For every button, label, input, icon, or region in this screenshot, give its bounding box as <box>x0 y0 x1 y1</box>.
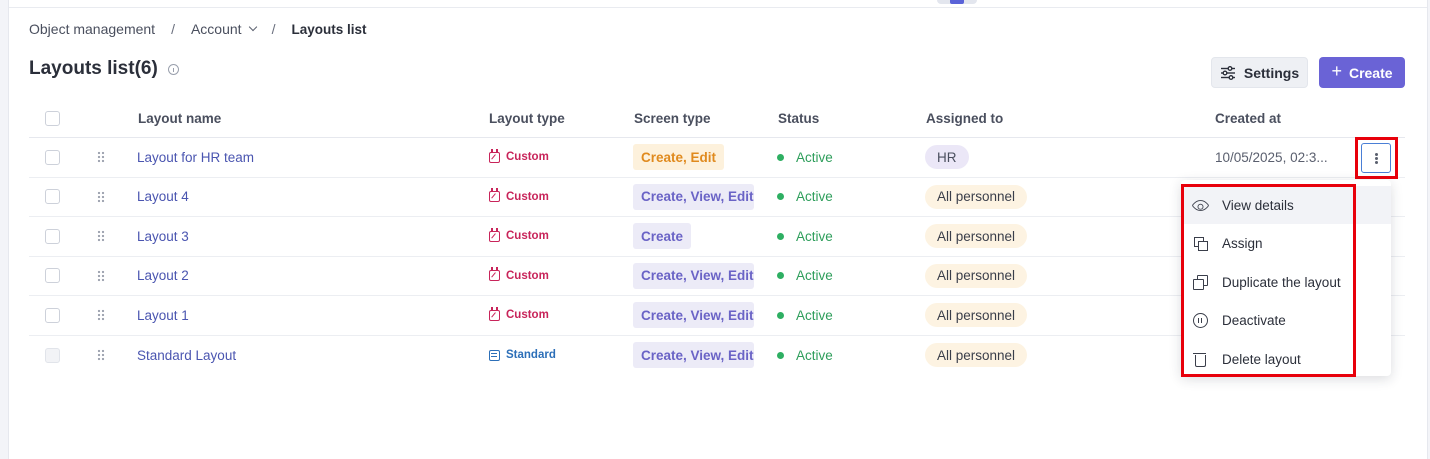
chevron-down-icon[interactable] <box>248 22 257 32</box>
status-badge: Active <box>777 189 833 204</box>
column-layout-name[interactable]: Layout name <box>138 100 221 137</box>
status-badge: Active <box>777 308 833 323</box>
sliders-icon <box>1220 65 1235 80</box>
layout-name-link[interactable]: Layout 2 <box>137 257 189 296</box>
status-label: Active <box>796 149 833 165</box>
layout-type-badge: Standard <box>489 349 556 361</box>
plus-icon: + <box>1331 61 1342 81</box>
assigned-badge: All personnel <box>925 184 1028 209</box>
assigned-badge: All personnel <box>925 303 1028 328</box>
column-layout-type[interactable]: Layout type <box>489 100 565 137</box>
status-label: Active <box>796 307 833 323</box>
table-row[interactable]: Layout for HR team Custom Create, Edit A… <box>29 138 1405 178</box>
status-badge: Active <box>777 229 833 244</box>
layout-type-badge: Custom <box>489 306 549 322</box>
create-label: Create <box>1348 64 1393 81</box>
breadcrumb-separator: / <box>271 21 276 37</box>
calendar-edit-icon <box>489 148 500 163</box>
screen-type-badge: Create, View, Edit <box>633 183 754 210</box>
row-checkbox[interactable] <box>45 268 60 284</box>
layout-type-label: Custom <box>506 151 549 164</box>
layout-name-link[interactable]: Layout 4 <box>137 178 189 217</box>
drag-handle-icon[interactable] <box>97 151 105 164</box>
breadcrumb-separator: / <box>171 21 175 37</box>
row-checkbox[interactable] <box>45 228 60 244</box>
created-at: 10/05/2025, 02:3... <box>1215 149 1328 165</box>
layout-type-badge: Custom <box>489 227 549 243</box>
page: Object management / Account / Layouts li… <box>8 0 1428 459</box>
row-checkbox-disabled <box>45 347 60 363</box>
highlight-box-actions-button <box>1355 137 1398 179</box>
layout-type-badge: Custom <box>489 267 549 282</box>
screen-type-badge: Create, Edit <box>633 144 725 171</box>
column-created-at[interactable]: Created at <box>1215 100 1281 137</box>
assigned-badge: All personnel <box>925 263 1028 288</box>
assigned-badge: HR <box>925 145 969 170</box>
screen-type-badge: Create, View, Edit <box>633 342 754 369</box>
drag-handle-icon[interactable] <box>97 230 105 243</box>
status-label: Active <box>796 189 833 205</box>
row-checkbox[interactable] <box>45 189 60 205</box>
table-header: Layout name Layout type Screen type Stat… <box>29 100 1405 138</box>
highlight-box-menu <box>1181 184 1356 377</box>
drag-handle-icon[interactable] <box>97 269 105 282</box>
breadcrumb-account[interactable]: Account <box>191 21 242 37</box>
drag-handle-icon[interactable] <box>97 349 105 362</box>
status-label: Active <box>796 268 833 284</box>
assigned-badge: All personnel <box>925 343 1028 368</box>
status-badge: Active <box>777 150 833 165</box>
breadcrumb-current: Layouts list <box>291 21 367 37</box>
layout-type-label: Custom <box>506 309 549 322</box>
column-assigned-to[interactable]: Assigned to <box>926 100 1003 137</box>
assigned-badge: All personnel <box>925 224 1028 249</box>
breadcrumb: Object management / Account / Layouts li… <box>29 20 366 38</box>
settings-label: Settings <box>1243 64 1300 81</box>
calendar-edit-icon <box>489 267 500 282</box>
status-badge: Active <box>777 348 833 363</box>
layout-name-link[interactable]: Layout for HR team <box>137 138 254 177</box>
layout-type-label: Standard <box>506 349 556 362</box>
settings-button[interactable]: Settings <box>1211 57 1308 88</box>
top-bar <box>9 0 1427 8</box>
layout-type-badge: Custom <box>489 188 549 203</box>
layout-type-label: Custom <box>506 269 549 282</box>
drag-handle-icon[interactable] <box>97 190 105 203</box>
calendar-edit-icon <box>489 227 500 242</box>
status-badge: Active <box>777 268 833 283</box>
screen-type-badge: Create, View, Edit <box>633 302 754 329</box>
screen-type-badge: Create <box>633 223 692 250</box>
page-title-text: Layouts list(6) <box>29 58 158 79</box>
list-icon <box>489 349 500 361</box>
layout-type-label: Custom <box>506 190 549 203</box>
row-checkbox[interactable] <box>45 307 60 323</box>
column-screen-type[interactable]: Screen type <box>634 100 711 137</box>
layout-name-link[interactable]: Layout 1 <box>137 296 189 335</box>
screen-type-badge: Create, View, Edit <box>633 262 754 289</box>
layout-type-label: Custom <box>506 230 549 243</box>
layout-type-badge: Custom <box>489 148 549 164</box>
column-status[interactable]: Status <box>778 100 819 137</box>
drag-handle-icon[interactable] <box>97 309 105 322</box>
create-button[interactable]: + Create <box>1319 57 1405 88</box>
breadcrumb-object-management[interactable]: Object management <box>29 21 155 37</box>
info-icon[interactable] <box>167 63 179 75</box>
status-label: Active <box>796 347 833 363</box>
select-all-checkbox[interactable] <box>45 111 60 126</box>
row-checkbox[interactable] <box>45 149 60 165</box>
calendar-edit-icon <box>489 188 500 203</box>
layout-name-link[interactable]: Layout 3 <box>137 217 189 256</box>
scroll-indicator <box>937 0 977 4</box>
calendar-edit-icon <box>489 306 500 321</box>
page-title: Layouts list(6) <box>29 58 179 80</box>
layout-name-link[interactable]: Standard Layout <box>137 336 236 376</box>
status-label: Active <box>796 228 833 244</box>
